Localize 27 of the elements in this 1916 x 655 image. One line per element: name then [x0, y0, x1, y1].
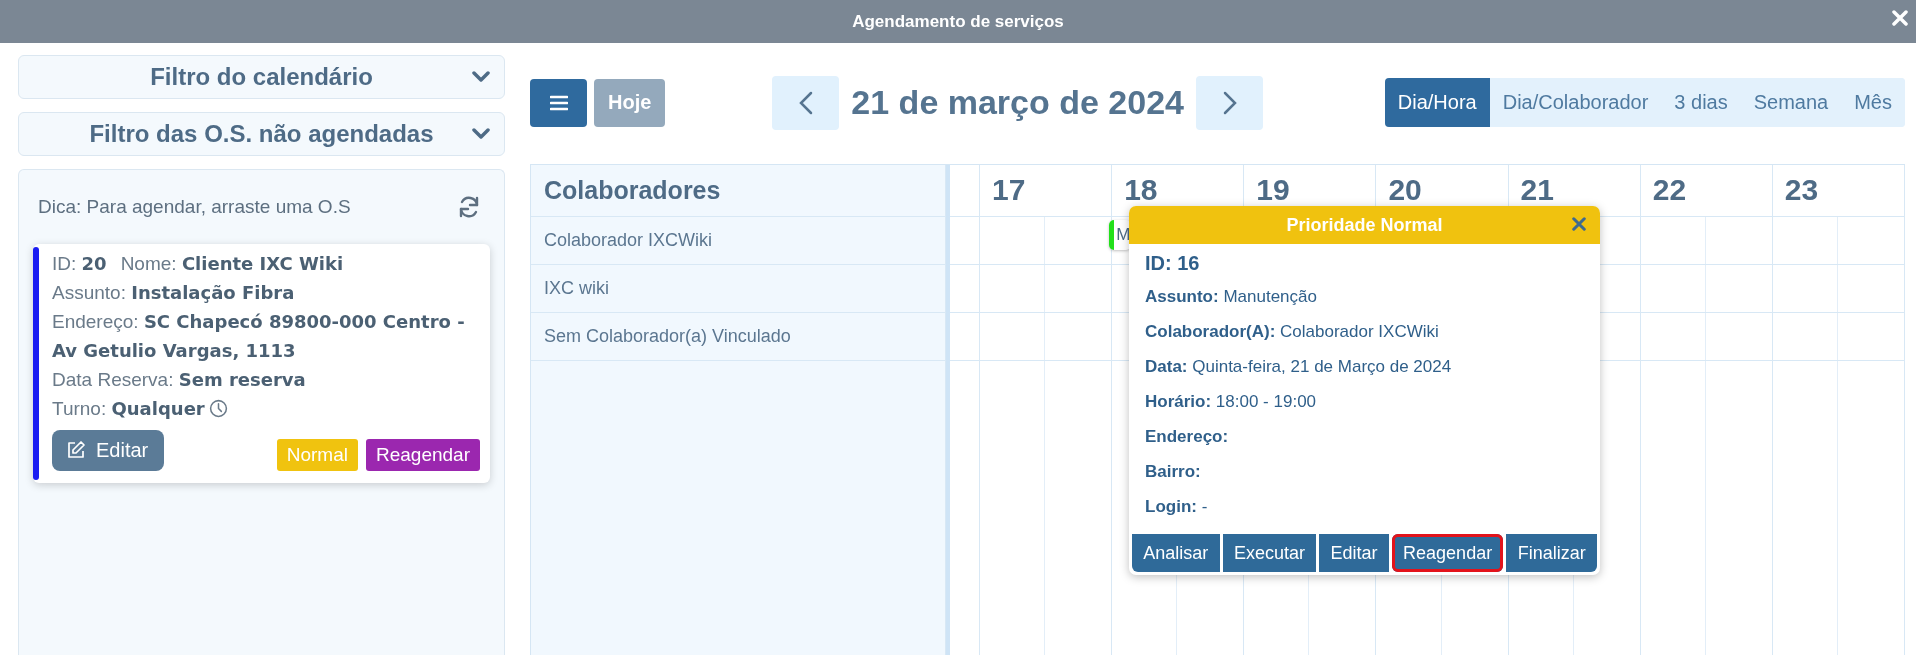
order-field: Data Reserva: Sem reserva [52, 365, 306, 394]
resource-name: IXC wiki [531, 265, 946, 313]
day-number: 17 [980, 165, 1113, 217]
resource-name: Colaborador IXCWiki [531, 217, 946, 265]
order-id: ID: 16 [1145, 252, 1201, 275]
order-field: Nome: Cliente IXC Wiki [120, 249, 344, 278]
detail-line: Bairro: [1145, 462, 1202, 483]
hint-text: Dica: Para agendar, arraste uma O.S [38, 196, 351, 218]
status-tag: Normal [276, 439, 358, 471]
day-number: 23 [1772, 165, 1905, 217]
day-number: 22 [1640, 165, 1773, 217]
order-field: Turno: Qualquer [52, 394, 205, 423]
detail-line: Data: Quinta-feira, 21 de Março de 2024 [1145, 357, 1453, 378]
detail-line: Endereço: [1145, 427, 1230, 448]
current-date: 21 de março de 2024 [851, 83, 1184, 122]
detail-line: Colaborador(A): Colaborador IXCWiki [1145, 322, 1440, 343]
column-header: Colaboradores [531, 165, 946, 217]
status-tag: Reagendar [365, 439, 480, 471]
popup-title: Prioridade Normal [1286, 214, 1443, 236]
order-field: ID: 20 [52, 249, 107, 278]
detail-line: Login: - [1145, 497, 1209, 518]
window-title: Agendamento de serviços [852, 11, 1064, 32]
detail-line: Assunto: Manutenção [1145, 287, 1318, 308]
detail-line: Horário: 18:00 - 19:00 [1145, 392, 1318, 413]
order-field: Endereço: SC Chapecó 89800-000 Centro - Av Getulio Vargas, 1113 [52, 307, 480, 365]
order-field: Assunto: Instalação Fibra [52, 278, 295, 307]
resource-name: Sem Colaborador(a) Vinculado [531, 313, 946, 361]
